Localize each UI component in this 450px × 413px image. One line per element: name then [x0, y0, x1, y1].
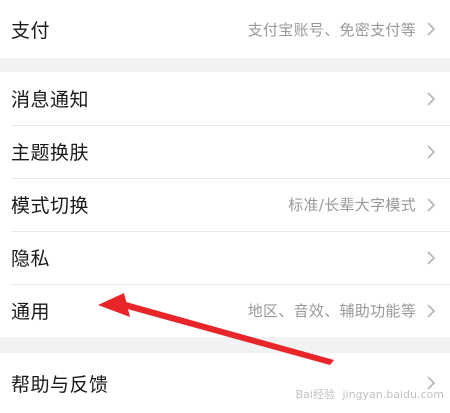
chevron-right-icon — [427, 250, 436, 265]
settings-item-value: 地区、音效、辅助功能等 — [247, 302, 416, 320]
watermark: Bai经验 jingyan.baidu.com — [296, 386, 444, 402]
settings-item-label: 支付 — [11, 19, 51, 42]
watermark-url: jingyan.baidu.com — [342, 388, 444, 401]
settings-item-payment[interactable]: 支付 支付宝账号、免密支付等 — [0, 0, 450, 58]
settings-item-value: 支付宝账号、免密支付等 — [247, 20, 416, 39]
settings-item-general[interactable]: 通用 地区、音效、辅助功能等 — [0, 284, 450, 337]
settings-item-notifications[interactable]: 消息通知 — [0, 72, 450, 125]
chevron-right-icon — [427, 22, 436, 36]
settings-item-privacy[interactable]: 隐私 — [0, 231, 450, 284]
settings-item-label: 通用 — [11, 301, 51, 323]
watermark-text: Bai经验 — [295, 388, 335, 401]
settings-item-theme[interactable]: 主题换肤 — [0, 125, 450, 178]
chevron-right-icon — [427, 197, 436, 212]
chevron-right-icon — [427, 303, 436, 318]
settings-item-label: 主题换肤 — [11, 142, 90, 164]
settings-item-help-feedback[interactable]: 帮助与反馈 — [0, 353, 450, 413]
settings-item-value: 标准/长辈大字模式 — [288, 196, 416, 214]
settings-item-mode-switch[interactable]: 模式切换 标准/长辈大字模式 — [0, 178, 450, 231]
settings-group-main: 消息通知 主题换肤 模式切换 标准/长辈大字模式 隐私 通用 地区、音效、辅助功… — [0, 72, 450, 337]
settings-item-label: 模式切换 — [11, 195, 90, 217]
section-divider — [0, 337, 450, 353]
chevron-right-icon — [427, 91, 436, 106]
settings-group-help: 帮助与反馈 — [0, 353, 450, 413]
section-divider — [0, 58, 450, 72]
chevron-right-icon — [427, 144, 436, 159]
settings-group-payment: 支付 支付宝账号、免密支付等 — [0, 0, 450, 58]
settings-item-label: 隐私 — [11, 248, 51, 270]
settings-item-label: 消息通知 — [11, 89, 90, 111]
